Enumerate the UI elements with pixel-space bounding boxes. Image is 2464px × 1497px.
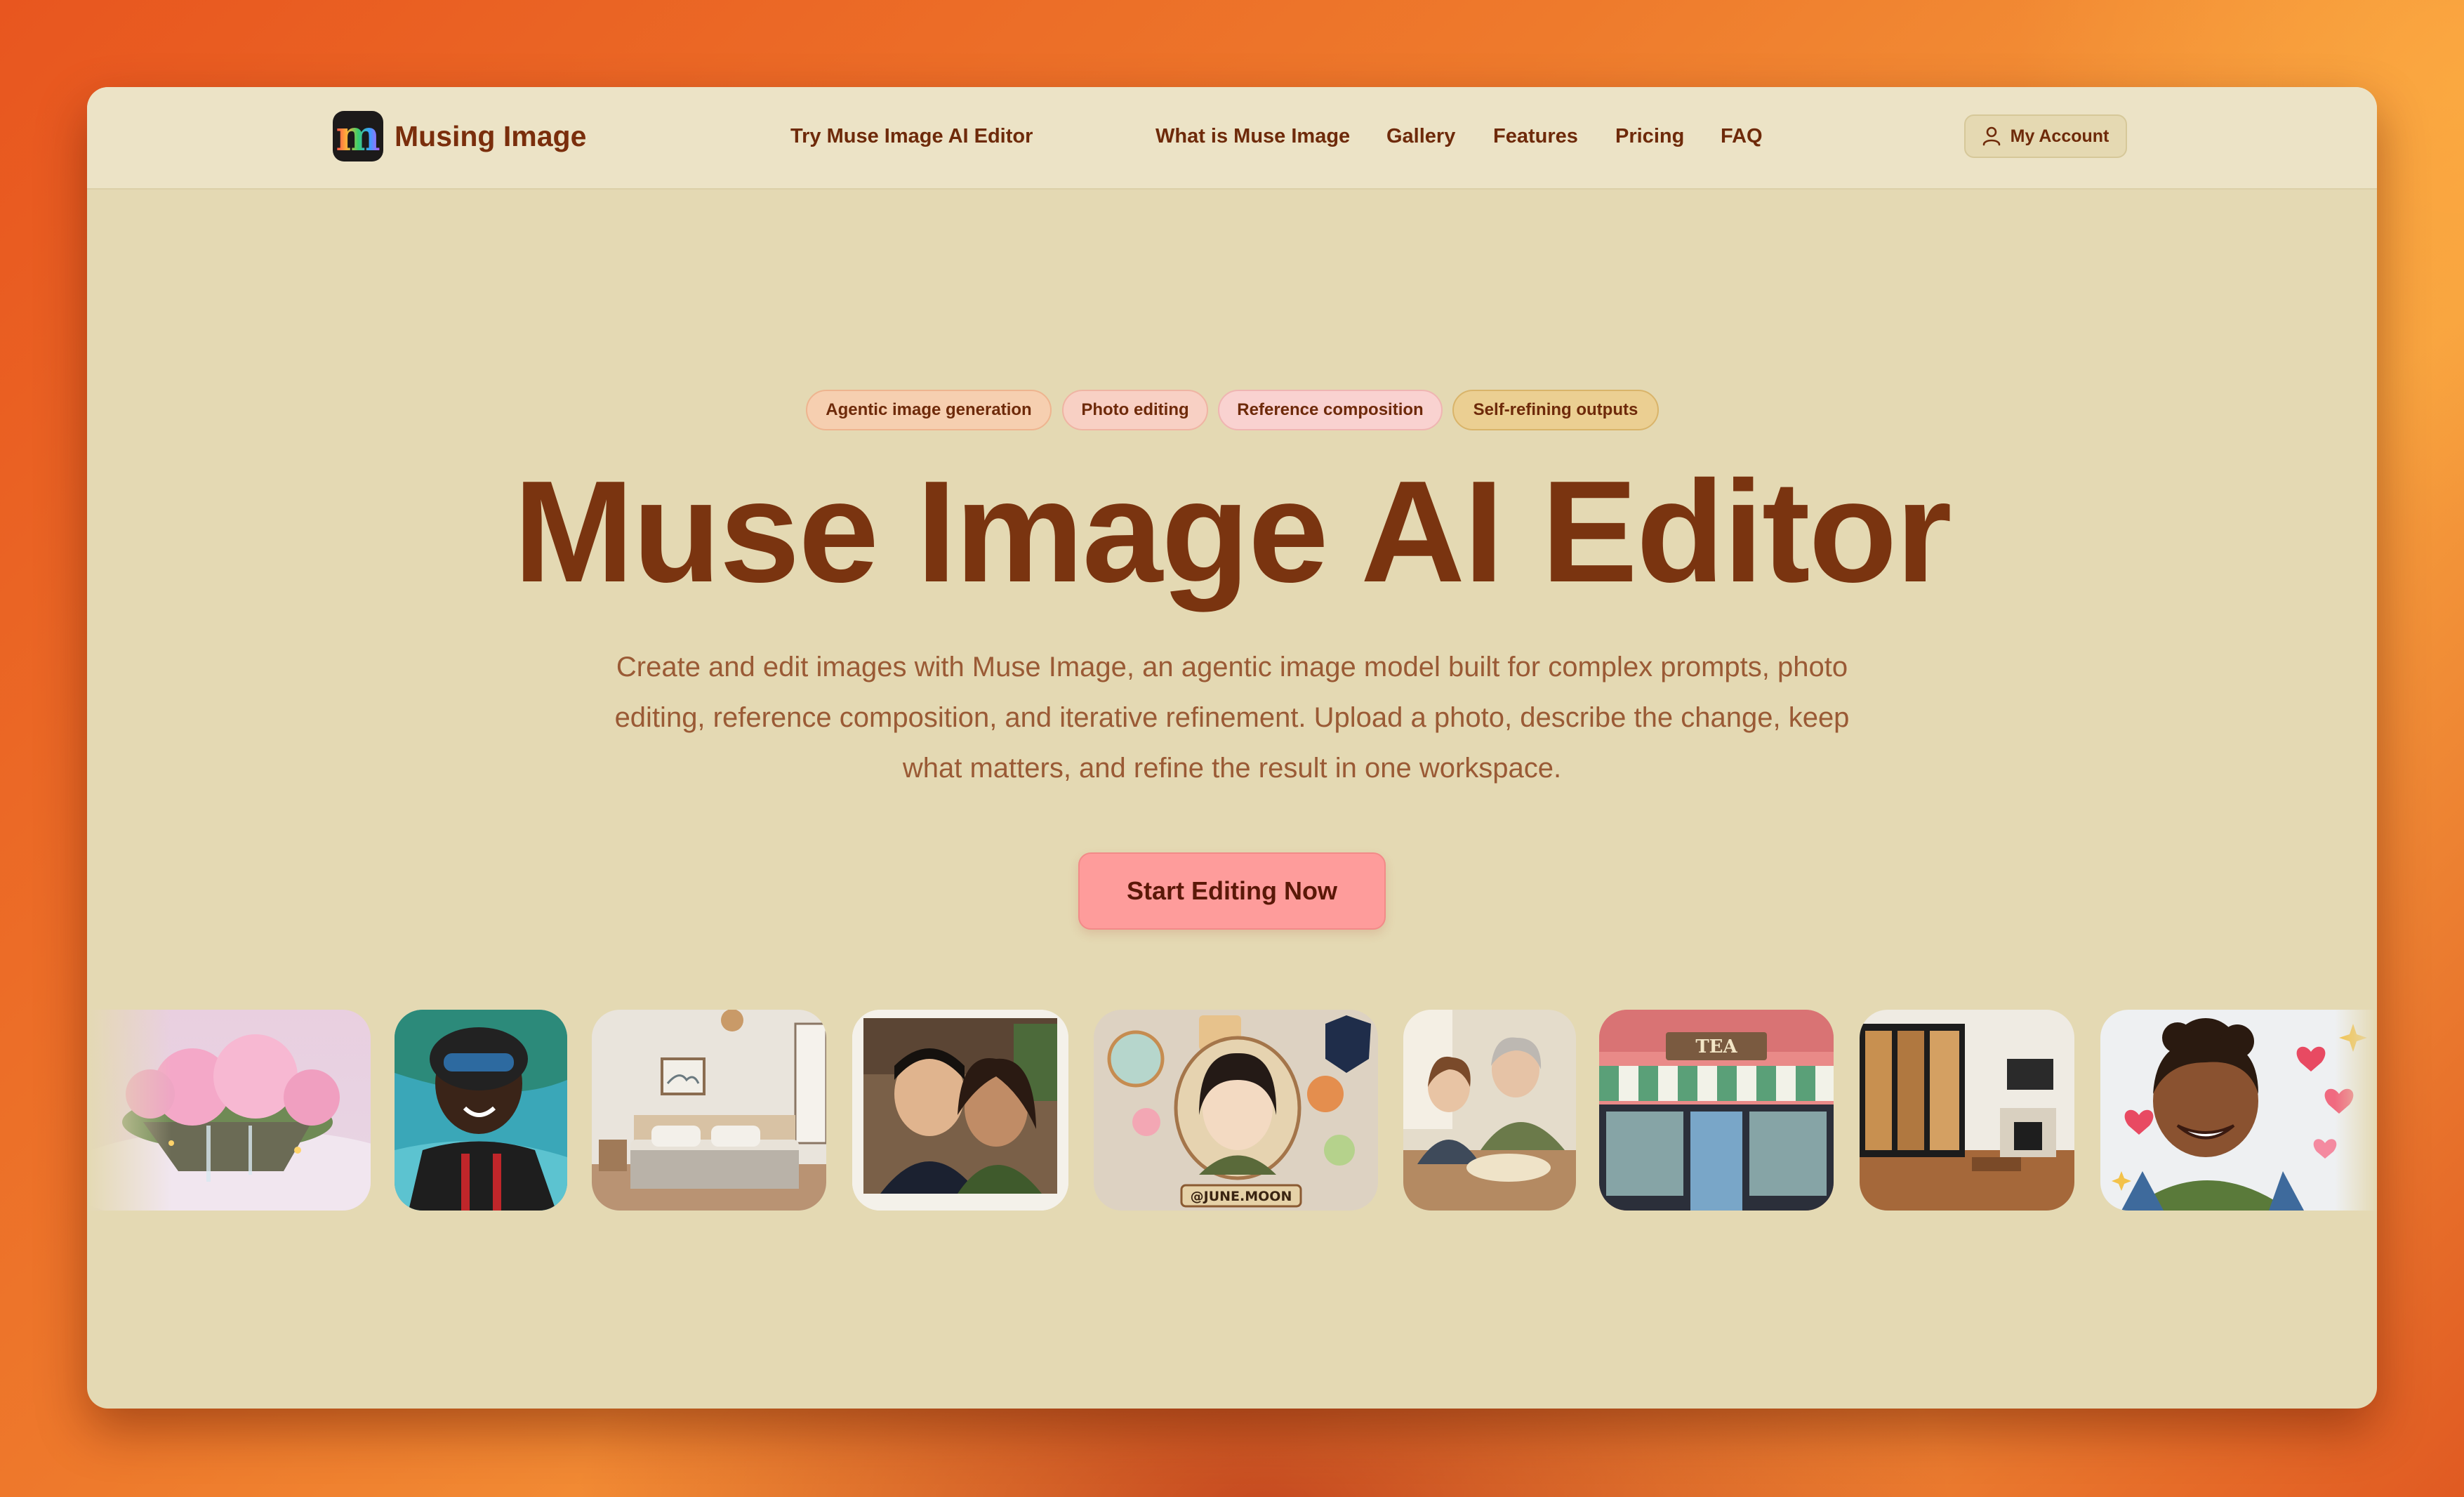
- my-account-button[interactable]: My Account: [1964, 114, 2127, 158]
- user-icon: [1982, 126, 2000, 146]
- gallery-image-skydiver[interactable]: [395, 1010, 567, 1211]
- page-title: Muse Image AI Editor: [513, 451, 1952, 612]
- nav-item-gallery[interactable]: Gallery: [1386, 117, 1455, 156]
- nav-item-try-editor[interactable]: Try Muse Image AI Editor: [790, 117, 1033, 156]
- brand-name[interactable]: Musing Image: [395, 117, 586, 156]
- example-gallery: @JUNE.MOON TEA: [87, 1010, 2377, 1211]
- gallery-image-couple-photo[interactable]: [852, 1010, 1068, 1211]
- badge-handle-text: @JUNE.MOON: [1191, 1189, 1292, 1204]
- feature-tags: Agentic image generation Photo editing R…: [87, 390, 2377, 432]
- gallery-fade-left: [87, 1010, 171, 1211]
- gallery-image-badge-collage[interactable]: @JUNE.MOON: [1094, 1010, 1378, 1211]
- nav-item-features[interactable]: Features: [1493, 117, 1578, 156]
- nav-item-pricing[interactable]: Pricing: [1615, 117, 1684, 156]
- tag-photo-editing: Photo editing: [1062, 390, 1208, 430]
- nav-item-faq[interactable]: FAQ: [1721, 117, 1763, 156]
- tag-reference-composition: Reference composition: [1218, 390, 1443, 430]
- gallery-image-baking[interactable]: [1403, 1010, 1576, 1211]
- tag-self-refining: Self-refining outputs: [1452, 390, 1659, 430]
- tea-sign-text: TEA: [1695, 1036, 1737, 1057]
- start-editing-button[interactable]: Start Editing Now: [1078, 852, 1386, 930]
- gallery-image-bedroom[interactable]: [592, 1010, 826, 1211]
- gallery-fade-right: [2335, 1010, 2377, 1211]
- hero-description: Create and edit images with Muse Image, …: [614, 652, 1850, 784]
- site-header: m Musing Image Try Muse Image AI Editor …: [87, 87, 2377, 190]
- m-logo-icon[interactable]: m: [333, 111, 383, 161]
- tag-agentic-generation: Agentic image generation: [806, 390, 1052, 430]
- my-account-label: My Account: [2010, 126, 2109, 146]
- gallery-image-tea-shop[interactable]: TEA: [1599, 1010, 1834, 1211]
- nav-item-what-is[interactable]: What is Muse Image: [1155, 117, 1350, 156]
- gallery-image-living-room[interactable]: [1860, 1010, 2074, 1211]
- browser-window: m Musing Image Try Muse Image AI Editor …: [87, 87, 2377, 1409]
